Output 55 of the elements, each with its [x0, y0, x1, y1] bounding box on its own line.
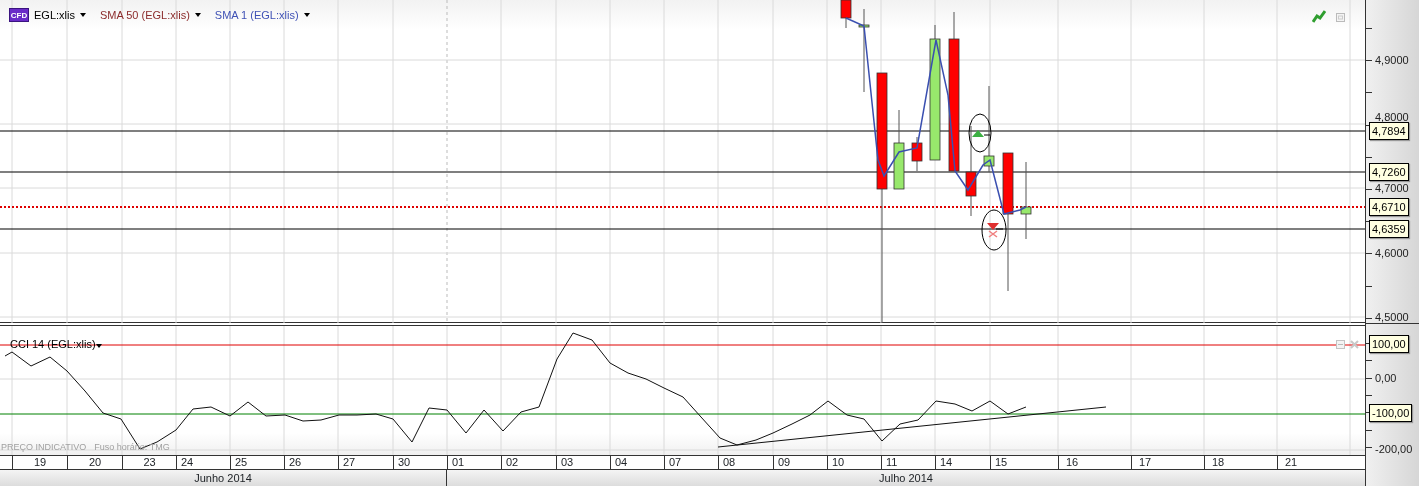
- date-label: 23: [122, 456, 176, 469]
- disclaimer-text: PREÇO INDICATIVO: [1, 440, 87, 454]
- date-label: 21: [1277, 456, 1350, 469]
- price-tag: 4,6710: [1369, 198, 1409, 216]
- axis-label: 4,7000: [1375, 182, 1409, 194]
- trend-icon[interactable]: [1312, 10, 1326, 23]
- date-label: 01: [447, 456, 501, 469]
- date-label: 27: [338, 456, 393, 469]
- month-label: Junho 2014: [0, 470, 447, 486]
- price-tag: 4,7260: [1369, 163, 1409, 181]
- date-label: 10: [827, 456, 881, 469]
- indicator-tag: 100,00: [1369, 335, 1409, 353]
- date-label: 04: [610, 456, 664, 469]
- caret-icon: [194, 13, 201, 17]
- month-label: Julho 2014: [878, 471, 934, 486]
- indicator-tag: -100,00: [1369, 404, 1413, 422]
- date-label: 18: [1204, 456, 1277, 469]
- date-label: 14: [935, 456, 990, 469]
- axis-label: 4,5000: [1375, 311, 1409, 323]
- date-label: 30: [393, 456, 447, 469]
- axis-label: 0,00: [1375, 372, 1397, 384]
- date-label: 19: [12, 456, 67, 469]
- date-label: 20: [67, 456, 122, 469]
- maximize-icon[interactable]: [1336, 13, 1345, 22]
- axis-label: 4,9000: [1375, 54, 1409, 66]
- caret-icon: [79, 13, 86, 17]
- date-label: 16: [1058, 456, 1131, 469]
- sell-signal-marker: [981, 209, 1007, 251]
- date-label: 15: [990, 456, 1058, 469]
- date-label: 02: [501, 456, 556, 469]
- price-tag: 4,6359: [1369, 220, 1409, 238]
- date-label: 08: [718, 456, 773, 469]
- series-selector[interactable]: CFD EGL:xlis: [9, 8, 86, 22]
- date-label: 17: [1131, 456, 1204, 469]
- instrument-icon: CFD: [9, 8, 29, 22]
- axis-label: -200,00: [1375, 443, 1413, 455]
- series-selector[interactable]: SMA 1 (EGL:xlis): [214, 8, 310, 22]
- caret-icon: [303, 13, 310, 17]
- caret-icon: [95, 344, 102, 348]
- date-label: 03: [556, 456, 610, 469]
- price-tag: 4,7894: [1369, 122, 1409, 140]
- date-label: 25: [230, 456, 284, 469]
- series-selector[interactable]: SMA 50 (EGL:xlis): [99, 8, 201, 22]
- date-label: 26: [284, 456, 338, 469]
- date-label: 24: [176, 456, 230, 469]
- buy-signal-marker: [968, 113, 992, 153]
- axis-label: 4,8000: [1375, 111, 1409, 123]
- minimize-icon[interactable]: [1336, 340, 1345, 349]
- date-label: 09: [773, 456, 827, 469]
- axis-label: 4,6000: [1375, 247, 1409, 259]
- date-label: 11: [881, 456, 935, 469]
- indicator-selector[interactable]: CCI 14 (EGL:xlis): [10, 338, 102, 351]
- candlestick: [911, 136, 923, 172]
- date-label: 07: [664, 456, 718, 469]
- close-icon[interactable]: [1350, 340, 1359, 349]
